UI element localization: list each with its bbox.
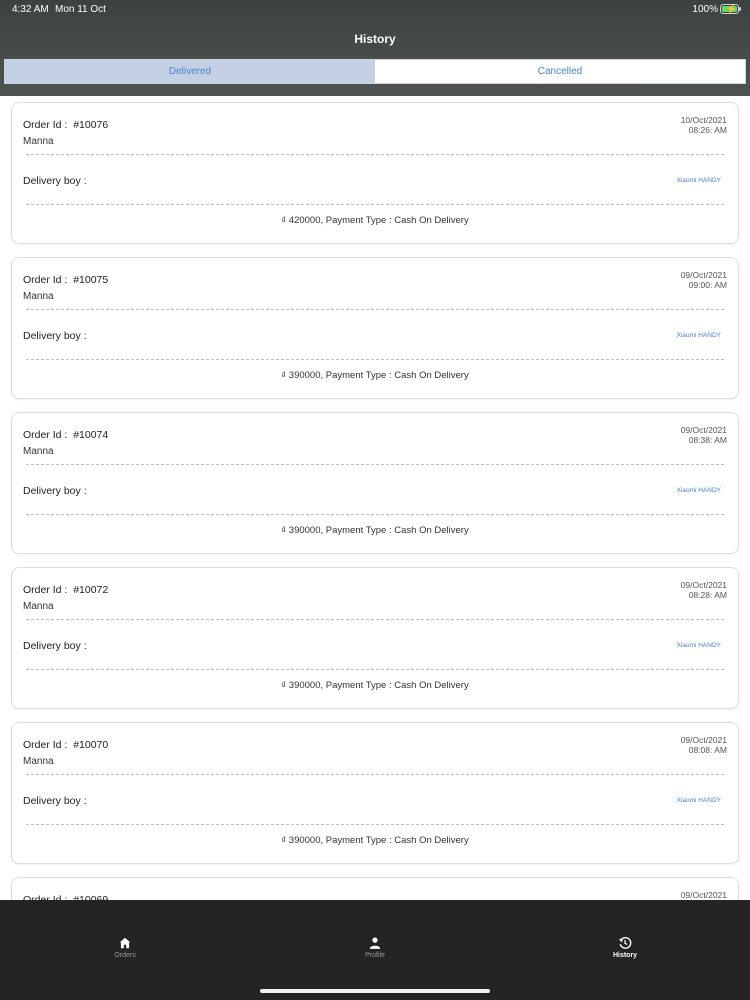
order-id-line: Order Id : #10070	[23, 739, 108, 751]
order-id-label: Order Id :	[23, 739, 68, 751]
nav-orders-label: Orders	[114, 952, 136, 959]
dashed-divider	[26, 309, 724, 310]
delivery-boy-label: Delivery boy :	[23, 795, 87, 807]
order-date: 09/Oct/2021	[680, 580, 727, 590]
payment-info: ₫ 390000, Payment Type : Cash On Deliver…	[281, 525, 469, 536]
order-card[interactable]: Order Id : #10074 Manna 09/Oct/2021 08:3…	[11, 412, 739, 554]
order-id-line: Order Id : #10074	[23, 429, 108, 441]
dashed-divider	[26, 359, 724, 360]
order-date: 09/Oct/2021	[680, 890, 727, 900]
tab-cancelled[interactable]: Cancelled	[375, 60, 745, 83]
bottom-navigation: Orders Profile History	[0, 900, 750, 1000]
customer-name: Manna	[23, 446, 54, 457]
customer-name: Manna	[23, 136, 54, 147]
nav-orders[interactable]: Orders	[65, 936, 185, 959]
delivery-boy-label: Delivery boy :	[23, 640, 87, 652]
page-title: History	[354, 32, 396, 46]
delivery-boy-label: Delivery boy :	[23, 175, 87, 187]
order-id-label: Order Id :	[23, 429, 68, 441]
order-time: 08:26: AM	[688, 125, 727, 135]
order-id-value: #10075	[73, 274, 109, 286]
nav-history-label: History	[612, 952, 638, 959]
delivery-boy-name: Xiaomi HANDY	[676, 797, 721, 804]
order-date: 09/Oct/2021	[680, 270, 727, 280]
order-card[interactable]: Order Id : #10072 Manna 09/Oct/2021 08:2…	[11, 567, 739, 709]
order-time: 09:00: AM	[688, 280, 727, 290]
order-date: 09/Oct/2021	[680, 425, 727, 435]
delivery-boy-label: Delivery boy :	[23, 485, 87, 497]
status-time: 4:32 AM	[12, 4, 49, 15]
dashed-divider	[26, 464, 724, 465]
dashed-divider	[26, 514, 724, 515]
order-date: 09/Oct/2021	[680, 735, 727, 745]
dashed-divider	[26, 154, 724, 155]
order-id-value: #10074	[73, 429, 109, 441]
delivery-boy-name: Xiaomi HANDY	[676, 642, 721, 649]
order-date: 10/Oct/2021	[680, 115, 727, 125]
dashed-divider	[26, 824, 724, 825]
tab-delivered[interactable]: Delivered	[5, 60, 375, 83]
order-card[interactable]: Order Id : #10076 Manna 10/Oct/2021 08:2…	[11, 102, 739, 244]
order-id-value: #10070	[73, 739, 109, 751]
person-icon	[369, 937, 381, 949]
order-id-value: #10072	[73, 584, 109, 596]
customer-name: Manna	[23, 756, 54, 767]
battery-percentage: 100%	[692, 4, 718, 15]
order-card[interactable]: Order Id : #10075 Manna 09/Oct/2021 09:0…	[11, 257, 739, 399]
segmented-tabs: Delivered Cancelled	[4, 59, 746, 84]
delivery-boy-name: Xiaomi HANDY	[676, 177, 721, 184]
order-id-label: Order Id :	[23, 119, 68, 131]
home-indicator	[260, 989, 490, 993]
order-time: 08:28: AM	[688, 590, 727, 600]
order-id-label: Order Id :	[23, 584, 68, 596]
dashed-divider	[26, 669, 724, 670]
order-id-line: Order Id : #10072	[23, 584, 108, 596]
status-date: Mon 11 Oct	[55, 4, 106, 15]
dashed-divider	[26, 204, 724, 205]
payment-info: ₫ 390000, Payment Type : Cash On Deliver…	[281, 680, 469, 691]
dashed-divider	[26, 619, 724, 620]
order-id-value: #10076	[73, 119, 109, 131]
order-time: 08:08: AM	[688, 745, 727, 755]
battery-icon: ⚡	[720, 4, 741, 14]
dashed-divider	[26, 774, 724, 775]
delivery-boy-label: Delivery boy :	[23, 330, 87, 342]
nav-history[interactable]: History	[565, 936, 685, 959]
customer-name: Manna	[23, 601, 54, 612]
payment-info: ₫ 390000, Payment Type : Cash On Deliver…	[281, 370, 469, 381]
nav-profile-label: Profile	[365, 952, 385, 959]
order-id-line: Order Id : #10075	[23, 274, 108, 286]
delivery-boy-name: Xiaomi HANDY	[676, 332, 721, 339]
payment-info: ₫ 420000, Payment Type : Cash On Deliver…	[281, 215, 469, 226]
order-time: 08:38: AM	[688, 435, 727, 445]
order-card[interactable]: Order Id : #10070 Manna 09/Oct/2021 08:0…	[11, 722, 739, 864]
customer-name: Manna	[23, 291, 54, 302]
payment-info: ₫ 390000, Payment Type : Cash On Deliver…	[281, 835, 469, 846]
history-icon	[618, 937, 632, 949]
nav-profile[interactable]: Profile	[315, 936, 435, 959]
order-id-label: Order Id :	[23, 274, 68, 286]
status-bar: 4:32 AM Mon 11 Oct 100% ⚡	[0, 0, 750, 18]
home-icon	[119, 937, 131, 949]
order-id-line: Order Id : #10076	[23, 119, 108, 131]
app-header: 4:32 AM Mon 11 Oct 100% ⚡ History Delive…	[0, 0, 750, 96]
delivery-boy-name: Xiaomi HANDY	[676, 487, 721, 494]
